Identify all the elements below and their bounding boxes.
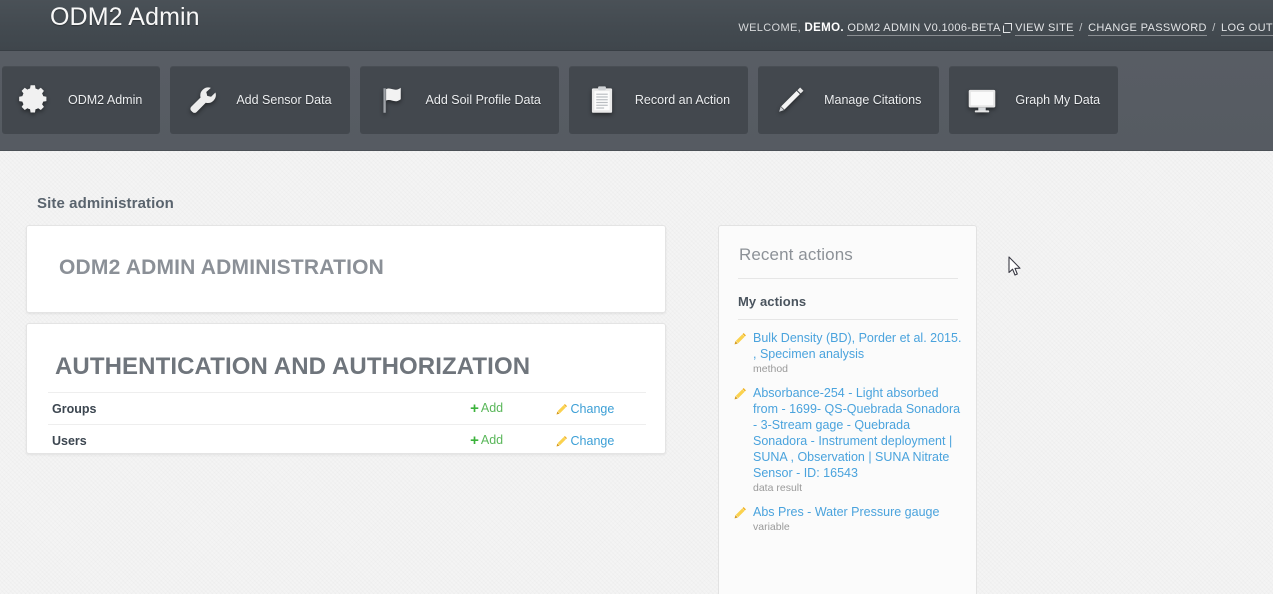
username-label: DEMO. bbox=[804, 22, 844, 34]
header-separator-1: / bbox=[1079, 22, 1083, 34]
module-caption-odm2: ODM2 Admin Administration bbox=[59, 256, 385, 279]
add-link-groups[interactable]: + Add bbox=[470, 400, 504, 417]
pencil-icon bbox=[774, 83, 808, 117]
change-password-link[interactable]: CHANGE PASSWORD bbox=[1088, 22, 1207, 36]
nav-button-add-sensor-data[interactable]: Add Sensor Data bbox=[170, 66, 350, 134]
page-title: Site administration bbox=[37, 195, 174, 212]
nav-button-graph-my-data[interactable]: Graph My Data bbox=[949, 66, 1119, 134]
header-separator-2: / bbox=[1212, 22, 1216, 34]
cell-add-users: + Add bbox=[470, 425, 555, 457]
nav-button-manage-citations[interactable]: Manage Citations bbox=[758, 66, 940, 134]
nav-label-manage-citations: Manage Citations bbox=[824, 93, 922, 107]
site-header: ODM2 Admin WELCOME, DEMO. ODM2 ADMIN V0.… bbox=[0, 0, 1273, 51]
table-row: Users + Add Change bbox=[48, 424, 646, 457]
view-site-link[interactable]: VIEW SITE bbox=[1015, 22, 1074, 36]
nav-button-strip: ODM2 Admin Add Sensor Data Add Soil Prof… bbox=[2, 66, 1119, 134]
pencil-icon bbox=[556, 403, 568, 415]
change-link-users[interactable]: Change bbox=[556, 433, 615, 448]
table-row: Groups + Add Change bbox=[48, 392, 646, 425]
monitor-icon bbox=[965, 83, 999, 117]
wrench-icon bbox=[186, 83, 220, 117]
model-name-users: Users bbox=[52, 433, 87, 448]
gear-icon bbox=[18, 83, 52, 117]
change-link-groups[interactable]: Change bbox=[556, 401, 615, 416]
nav-button-odm2-admin[interactable]: ODM2 Admin bbox=[2, 66, 161, 134]
site-brand-title: ODM2 Admin bbox=[50, 3, 200, 31]
recent-action-link-3[interactable]: Abs Pres - Water Pressure gauge bbox=[753, 504, 964, 520]
welcome-label: WELCOME, bbox=[738, 22, 802, 34]
nav-label-graph-my-data: Graph My Data bbox=[1015, 93, 1101, 107]
recent-actions-list: Bulk Density (BD), Porder et al. 2015. ,… bbox=[719, 320, 976, 534]
module-odm2-admin-administration: ODM2 Admin Administration bbox=[26, 225, 666, 313]
nav-label-odm2-admin: ODM2 Admin bbox=[68, 93, 143, 107]
nav-label-add-soil-profile-data: Add Soil Profile Data bbox=[425, 93, 541, 107]
recent-action-link-1[interactable]: Bulk Density (BD), Porder et al. 2015. ,… bbox=[753, 330, 964, 362]
nav-label-add-sensor-data: Add Sensor Data bbox=[236, 93, 332, 107]
recent-actions-panel: Recent actions My actions Bulk Density (… bbox=[718, 225, 977, 594]
plus-icon: + bbox=[470, 432, 479, 449]
add-link-label-groups: Add bbox=[480, 401, 504, 415]
nav-button-record-an-action[interactable]: Record an Action bbox=[568, 66, 749, 134]
pencil-icon bbox=[556, 435, 568, 447]
clipboard-icon bbox=[585, 83, 619, 117]
add-link-label-users: Add bbox=[480, 433, 504, 447]
nav-button-add-soil-profile-data[interactable]: Add Soil Profile Data bbox=[359, 66, 559, 134]
recent-action-type-3: variable bbox=[753, 521, 790, 533]
plus-icon: + bbox=[470, 400, 479, 417]
model-name-groups: Groups bbox=[52, 401, 97, 416]
change-link-label-users: Change bbox=[570, 433, 615, 448]
pencil-icon bbox=[734, 506, 747, 519]
auth-model-table: Groups + Add Change Users + Add Change bbox=[48, 392, 646, 457]
list-item: Absorbance-254 - Light absorbed from - 1… bbox=[734, 385, 964, 495]
recent-action-type-1: method bbox=[753, 363, 789, 375]
my-actions-subtitle: My actions bbox=[738, 294, 807, 309]
recent-action-type-2: data result bbox=[753, 482, 803, 494]
cell-change-groups: Change bbox=[556, 393, 646, 425]
pencil-icon bbox=[734, 387, 747, 400]
recent-actions-title: Recent actions bbox=[739, 245, 853, 264]
add-link-users[interactable]: + Add bbox=[470, 432, 504, 449]
list-item: Abs Pres - Water Pressure gauge variable bbox=[734, 504, 964, 534]
log-out-link[interactable]: LOG OUT bbox=[1221, 22, 1273, 36]
pencil-icon bbox=[734, 332, 747, 345]
version-link[interactable]: ODM2 ADMIN V0.1006-BETA bbox=[847, 22, 1001, 36]
user-tools: WELCOME, DEMO. ODM2 ADMIN V0.1006-BETA V… bbox=[738, 22, 1273, 36]
cell-change-users: Change bbox=[556, 425, 646, 457]
nav-label-record-an-action: Record an Action bbox=[634, 93, 731, 107]
external-link-icon bbox=[1002, 23, 1012, 33]
module-caption-auth: Authentication and Authorization bbox=[55, 353, 531, 380]
primary-navbar: ODM2 Admin Add Sensor Data Add Soil Prof… bbox=[0, 51, 1273, 151]
list-item: Bulk Density (BD), Porder et al. 2015. ,… bbox=[734, 330, 964, 376]
recent-action-link-2[interactable]: Absorbance-254 - Light absorbed from - 1… bbox=[753, 385, 964, 481]
change-link-label-groups: Change bbox=[570, 401, 615, 416]
flag-icon bbox=[376, 83, 410, 117]
main-content: Site administration ODM2 Admin Administr… bbox=[0, 151, 1273, 594]
cell-add-groups: + Add bbox=[470, 393, 555, 425]
module-authentication-and-authorization: Authentication and Authorization Groups … bbox=[26, 323, 666, 457]
